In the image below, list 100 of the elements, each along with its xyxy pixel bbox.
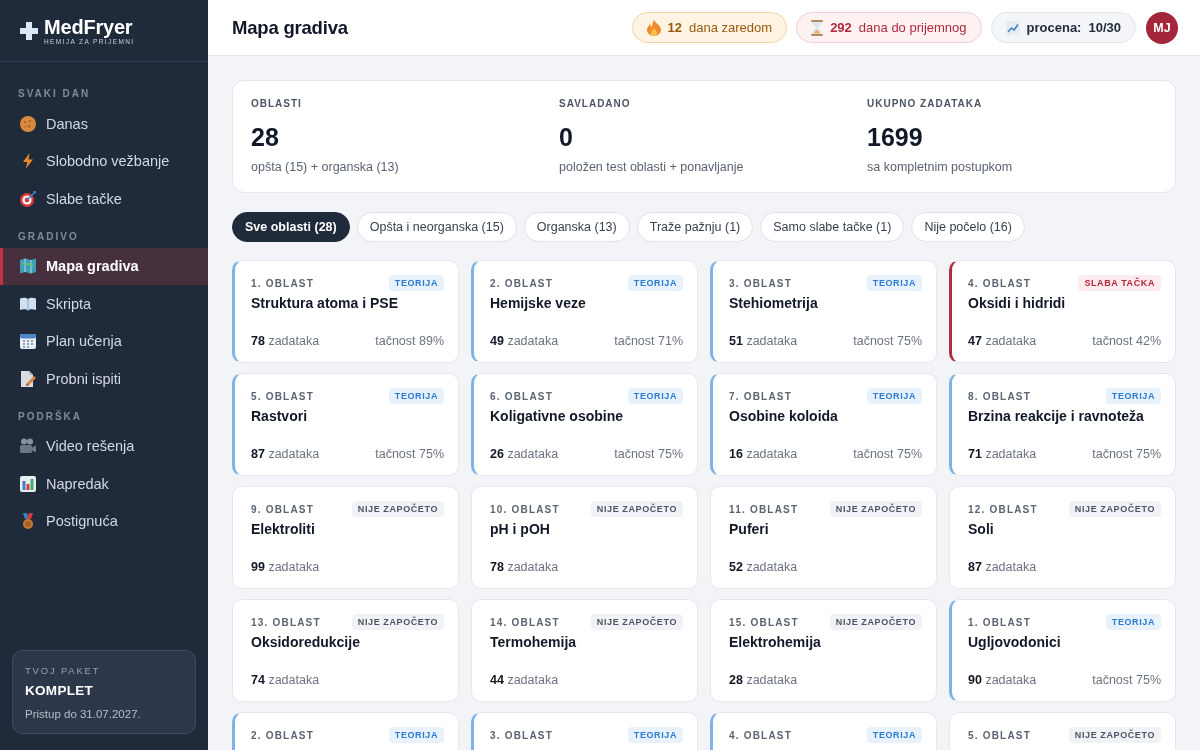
task-count: 78 zadataka [251, 333, 320, 349]
task-count: 49 zadataka [490, 333, 559, 349]
cookie-icon [20, 115, 36, 132]
topic-number: 3. OBLAST [490, 729, 554, 741]
nav-section-title: GRADIVO [17, 230, 80, 243]
topic-card[interactable]: 5. OBLAST NIJE ZAPOČETO [949, 712, 1176, 750]
hourglass-icon [811, 19, 824, 36]
accuracy-text: tačnost 75% [614, 446, 683, 462]
task-count: 90 zadataka [968, 672, 1037, 688]
topic-card[interactable]: 9. OBLAST NIJE ZAPOČETO Elektroliti 99 zadataka [232, 486, 459, 589]
status-badge: TEORIJA [866, 727, 922, 743]
topic-card[interactable]: 10. OBLAST NIJE ZAPOČETO pH i pOH 78 zadataka [471, 486, 698, 589]
topic-title: Stehiometrija [729, 294, 819, 312]
topic-card[interactable]: 12. OBLAST NIJE ZAPOČETO Soli 87 zadataka [949, 486, 1176, 589]
pill-label: dana zaredom [689, 20, 773, 35]
topic-title: Ugljovodonici [968, 633, 1062, 651]
topic-card[interactable]: 1. OBLAST TEORIJA Ugljovodonici 90 zadataka tačnost 75% [949, 599, 1176, 702]
nav-item[interactable]: Postignuća [0, 502, 208, 540]
avatar[interactable]: MJ [1146, 11, 1178, 44]
plan-name: KOMPLET [25, 683, 94, 699]
status-badge: NIJE ZAPOČETO [351, 614, 444, 630]
topic-card[interactable]: 11. OBLAST NIJE ZAPOČETO Puferi 52 zadataka [710, 486, 937, 589]
topic-title: Puferi [729, 520, 770, 538]
status-badge: NIJE ZAPOČETO [829, 614, 922, 630]
nav-item[interactable]: Mapa gradiva [0, 247, 208, 285]
topic-card[interactable]: 4. OBLAST TEORIJA [710, 712, 937, 750]
task-count: 78 zadataka [490, 559, 559, 575]
status-badge: TEORIJA [1105, 388, 1161, 404]
filter-chip[interactable]: Organska (13) [523, 212, 630, 242]
pill-value: 292 [830, 20, 852, 35]
topic-card[interactable]: 3. OBLAST TEORIJA [471, 712, 698, 750]
topic-title: Brzina reakcije i ravnoteža [968, 407, 1145, 425]
accuracy-text: tačnost 75% [1092, 446, 1161, 462]
task-count: 99 zadataka [251, 559, 320, 575]
topic-card[interactable]: 4. OBLAST SLABA TAČKA Oksidi i hidridi 47 zadataka tačnost 42% [949, 260, 1176, 363]
status-badge: TEORIJA [627, 388, 683, 404]
nav-item[interactable]: Video rešenja [0, 427, 208, 465]
stat-note: položen test oblasti + ponavljanje [559, 159, 744, 175]
plus-icon [20, 21, 38, 40]
topic-number: 8. OBLAST [968, 390, 1032, 402]
topic-card[interactable]: 8. OBLAST TEORIJA Brzina reakcije i ravnoteža 71 zadataka tačnost 75% [949, 373, 1176, 476]
nav-item[interactable]: Napredak [0, 465, 208, 503]
topic-number: 9. OBLAST [251, 503, 315, 515]
nav-item[interactable]: Slabe tačke [0, 180, 208, 218]
topic-title: Oksidi i hidridi [968, 294, 1067, 312]
topic-title: Hemijske veze [490, 294, 587, 312]
task-count: 52 zadataka [729, 559, 798, 575]
topic-number: 5. OBLAST [968, 729, 1032, 741]
status-badge: NIJE ZAPOČETO [1068, 727, 1161, 743]
status-badge: NIJE ZAPOČETO [351, 501, 444, 517]
filter-chip[interactable]: Opšta i neorganska (15) [356, 212, 517, 242]
target-icon [20, 190, 36, 207]
topic-title: Soli [968, 520, 995, 538]
task-count: 71 zadataka [968, 446, 1037, 462]
filter-chip[interactable]: Traže pažnju (1) [636, 212, 754, 242]
status-badge: SLABA TAČKA [1078, 275, 1161, 291]
video-camera-icon [20, 438, 36, 455]
topic-card[interactable]: 15. OBLAST NIJE ZAPOČETO Elektrohemija 28 zadataka [710, 599, 937, 702]
topic-title: Termohemija [490, 633, 578, 651]
topic-number: 13. OBLAST [251, 616, 321, 628]
stat-label: OBLASTI [251, 98, 302, 110]
topic-card[interactable]: 14. OBLAST NIJE ZAPOČETO Termohemija 44 zadataka [471, 599, 698, 702]
accuracy-text: tačnost 89% [375, 333, 444, 349]
task-count: 44 zadataka [490, 672, 559, 688]
topic-title: Rastvori [251, 407, 309, 425]
nav-item[interactable]: Plan učenja [0, 322, 208, 360]
topic-number: 7. OBLAST [729, 390, 793, 402]
task-count: 87 zadataka [968, 559, 1037, 575]
topic-card[interactable]: 7. OBLAST TEORIJA Osobine koloida 16 zadataka tačnost 75% [710, 373, 937, 476]
pill-value: 10/30 [1088, 20, 1121, 35]
topic-card[interactable]: 1. OBLAST TEORIJA Struktura atoma i PSE 78 zadataka tačnost 89% [232, 260, 459, 363]
topic-card[interactable]: 2. OBLAST TEORIJA [232, 712, 459, 750]
nav-item[interactable]: Skripta [0, 285, 208, 323]
filter-chip[interactable]: Samo slabe tačke (1) [760, 212, 905, 242]
topic-card[interactable]: 6. OBLAST TEORIJA Koligativne osobine 26 zadataka tačnost 75% [471, 373, 698, 476]
topic-card[interactable]: 2. OBLAST TEORIJA Hemijske veze 49 zadataka tačnost 71% [471, 260, 698, 363]
nav-item[interactable]: Slobodno vežbanje [0, 142, 208, 180]
line-chart-icon [1005, 20, 1020, 35]
status-badge: NIJE ZAPOČETO [1068, 501, 1161, 517]
nav-item[interactable]: Danas [0, 105, 208, 143]
status-badge: NIJE ZAPOČETO [590, 501, 683, 517]
topic-title: Elektroliti [251, 520, 316, 538]
nav-item[interactable]: Probni ispiti [0, 360, 208, 398]
accuracy-text: tačnost 75% [853, 446, 922, 462]
stat-note: opšta (15) + organska (13) [251, 159, 399, 175]
topic-number: 2. OBLAST [490, 277, 554, 289]
topic-card[interactable]: 13. OBLAST NIJE ZAPOČETO Oksidoredukcije 74 zadataka [232, 599, 459, 702]
task-count: 87 zadataka [251, 446, 320, 462]
topic-card[interactable]: 3. OBLAST TEORIJA Stehiometrija 51 zadataka tačnost 75% [710, 260, 937, 363]
topic-title: Struktura atoma i PSE [251, 294, 400, 312]
topic-number: 10. OBLAST [490, 503, 560, 515]
task-count: 26 zadataka [490, 446, 559, 462]
topic-number: 1. OBLAST [251, 277, 315, 289]
accuracy-text: tačnost 75% [853, 333, 922, 349]
filter-chip[interactable]: Sve oblasti (28) [232, 212, 350, 242]
filter-chip[interactable]: Nije počelo (16) [911, 212, 1025, 242]
pill-label: procena: [1026, 20, 1082, 35]
task-count: 16 zadataka [729, 446, 798, 462]
stat-value: 1699 [867, 122, 923, 152]
topic-card[interactable]: 5. OBLAST TEORIJA Rastvori 87 zadataka tačnost 75% [232, 373, 459, 476]
